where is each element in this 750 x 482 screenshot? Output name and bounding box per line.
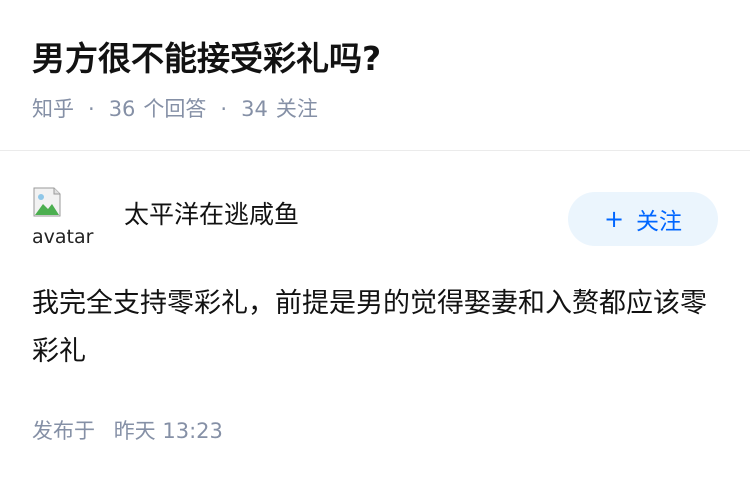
- answer-count-label: 个回答: [143, 97, 207, 121]
- publish-day: 昨天: [113, 419, 156, 443]
- avatar-alt-text: avatar: [32, 226, 94, 248]
- avatar[interactable]: avatar: [32, 184, 98, 250]
- question-title[interactable]: 男方很不能接受彩礼吗?: [32, 30, 718, 88]
- meta-separator-dot: ·: [220, 97, 228, 121]
- follower-count: 34: [241, 97, 268, 121]
- follow-button[interactable]: + 关注: [568, 192, 718, 246]
- publish-time: 发布于 昨天 13:23: [32, 416, 223, 446]
- question-source[interactable]: 知乎: [32, 94, 74, 124]
- meta-separator-dot: ·: [88, 97, 95, 121]
- plus-icon: +: [603, 205, 625, 233]
- header-divider: [0, 150, 750, 151]
- follower-count-label: 关注: [275, 97, 318, 121]
- question-meta: 知乎 · 36 个回答 · 34 关注: [32, 94, 718, 124]
- answer-content[interactable]: 我完全支持零彩礼，前提是男的觉得娶妻和入赘都应该零彩礼: [32, 280, 718, 376]
- author-row: avatar 太平洋在逃咸鱼 + 关注: [32, 184, 718, 250]
- author-name[interactable]: 太平洋在逃咸鱼: [124, 198, 299, 232]
- follow-button-label: 关注: [636, 209, 683, 235]
- answer-card: avatar 太平洋在逃咸鱼 + 关注 我完全支持零彩礼，前提是男的觉得娶妻和入…: [32, 184, 718, 376]
- publish-clock: 13:23: [162, 419, 223, 443]
- publish-prefix: 发布于: [32, 419, 95, 443]
- question-header: 男方很不能接受彩礼吗? 知乎 · 36 个回答 · 34 关注: [32, 30, 718, 124]
- answer-count: 36: [108, 97, 136, 121]
